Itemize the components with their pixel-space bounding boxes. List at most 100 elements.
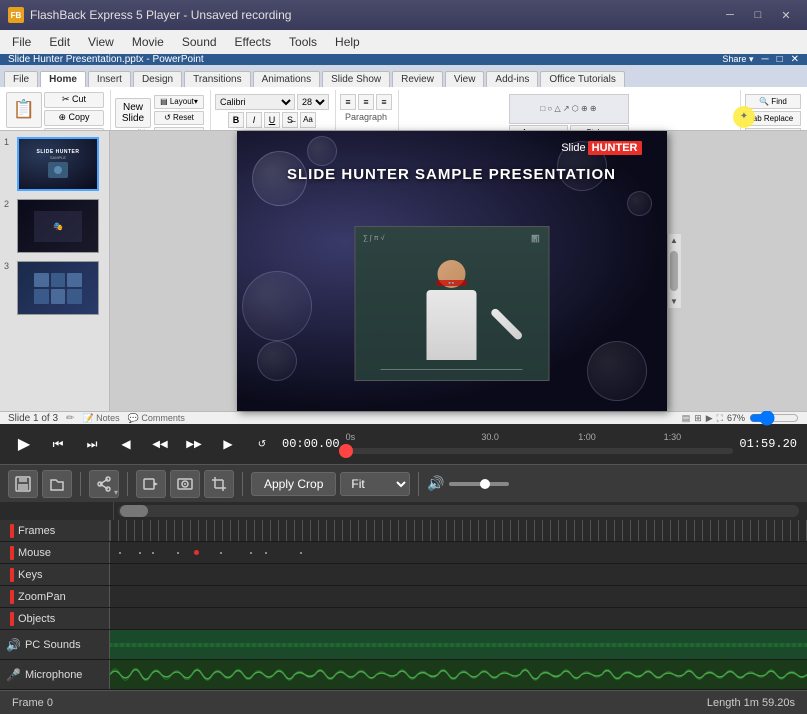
step-back-button[interactable]: ◀◀: [146, 430, 174, 458]
horizontal-scrollbar-thumb[interactable]: [120, 505, 148, 517]
pp-tab-design[interactable]: Design: [133, 71, 182, 87]
pp-tab-view[interactable]: View: [445, 71, 485, 87]
microphone-content[interactable]: [110, 660, 807, 689]
notes-btn[interactable]: 📝 Notes: [82, 413, 119, 424]
arrange-button[interactable]: Arrange▾: [509, 125, 568, 132]
open-button[interactable]: [42, 470, 72, 498]
export-video-button[interactable]: [136, 470, 166, 498]
mouse-dot: [220, 552, 222, 554]
pp-tab-file[interactable]: File: [4, 71, 38, 87]
pp-right-scrollbar[interactable]: ▲ ▼: [667, 234, 681, 308]
pp-tab-office[interactable]: Office Tutorials: [540, 71, 625, 87]
mouse-events: [110, 542, 807, 563]
pp-share-btn[interactable]: Share ▾: [722, 54, 753, 65]
next-frame-button[interactable]: ▶: [214, 430, 242, 458]
timeline-playhead[interactable]: [339, 444, 353, 458]
align-center-button[interactable]: ≡: [358, 94, 374, 110]
pp-tab-addins[interactable]: Add-ins: [486, 71, 538, 87]
layout-button[interactable]: ▤ Layout▾: [154, 95, 204, 109]
zoom-slider[interactable]: [749, 413, 799, 423]
thumb-cell-1: [34, 273, 49, 288]
apply-crop-button[interactable]: Apply Crop: [251, 472, 336, 496]
zoompan-indicator: [10, 590, 14, 604]
pp-tab-insert[interactable]: Insert: [88, 71, 131, 87]
pp-tab-home[interactable]: Home: [40, 71, 86, 87]
fit-select[interactable]: Fit 50% 75% 100%: [340, 472, 410, 496]
scroll-up-arrow[interactable]: ▲: [670, 236, 678, 245]
play-button[interactable]: ▶: [10, 430, 38, 458]
cut-button[interactable]: ✂ Cut: [44, 92, 104, 108]
menu-sound[interactable]: Sound: [174, 33, 225, 51]
pp-close[interactable]: ✕: [791, 54, 799, 65]
copy-button[interactable]: ⊕ Copy: [44, 110, 104, 126]
pp-thumb-img-3[interactable]: [17, 261, 99, 315]
objects-track-content[interactable]: [110, 608, 807, 629]
menu-file[interactable]: File: [4, 33, 39, 51]
pp-thumb-2[interactable]: 2 🎭: [4, 199, 105, 253]
find-button[interactable]: 🔍 Find: [745, 94, 801, 109]
volume-slider[interactable]: [449, 482, 509, 486]
menu-tools[interactable]: Tools: [281, 33, 325, 51]
menu-edit[interactable]: Edit: [41, 33, 78, 51]
mouse-track-content[interactable]: [110, 542, 807, 563]
italic-button[interactable]: I: [246, 112, 262, 128]
view-presenter-btn[interactable]: ⛶: [717, 413, 723, 424]
paste-button[interactable]: 📋: [6, 92, 42, 128]
menu-effects[interactable]: Effects: [227, 33, 279, 51]
shadow-button[interactable]: Aa: [300, 112, 316, 128]
view-normal-btn[interactable]: ▤: [682, 413, 691, 424]
align-left-button[interactable]: ≡: [340, 94, 356, 110]
prev-frame-button[interactable]: ◀: [112, 430, 140, 458]
step-forward-button[interactable]: ▶▶: [180, 430, 208, 458]
new-slide-button[interactable]: NewSlide: [115, 98, 151, 128]
menu-view[interactable]: View: [80, 33, 122, 51]
pp-thumb-3[interactable]: 3: [4, 261, 105, 315]
pp-tab-animations[interactable]: Animations: [253, 71, 320, 87]
horizontal-scrollbar-track[interactable]: [118, 505, 799, 517]
save-button[interactable]: [8, 470, 38, 498]
skip-to-end-button[interactable]: ⏭: [78, 430, 106, 458]
skip-to-start-button[interactable]: ⏮: [44, 430, 72, 458]
ribbon-tabs-row: File Home Insert Design Transitions Anim…: [0, 65, 807, 87]
strikethrough-button[interactable]: S̶: [282, 112, 298, 128]
scroll-down-arrow[interactable]: ▼: [670, 297, 678, 306]
align-right-button[interactable]: ≡: [376, 94, 392, 110]
paragraph-label: Paragraph: [345, 112, 387, 122]
quick-styles-button[interactable]: Styles▾: [570, 125, 629, 132]
timeline-ruler[interactable]: 0s 30.0 1:00 1:30: [346, 430, 734, 458]
zoompan-track-content[interactable]: [110, 586, 807, 607]
menu-help[interactable]: Help: [327, 33, 368, 51]
pp-thumb-img-2[interactable]: 🎭: [17, 199, 99, 253]
share-button[interactable]: ▾: [89, 470, 119, 498]
maximize-button[interactable]: □: [745, 5, 771, 25]
pc-sounds-content[interactable]: [110, 630, 807, 659]
pp-tab-slideshow[interactable]: Slide Show: [322, 71, 390, 87]
frames-track-content[interactable]: [110, 520, 807, 541]
objects-indicator: [10, 612, 14, 626]
comments-btn[interactable]: 💬 Comments: [128, 413, 185, 424]
view-slide-sorter-btn[interactable]: ⊞: [694, 413, 702, 424]
bold-button[interactable]: B: [228, 112, 244, 128]
volume-thumb[interactable]: [480, 479, 490, 489]
loop-button[interactable]: ↺: [248, 430, 276, 458]
scroll-thumb[interactable]: [670, 251, 678, 291]
screenshot-button[interactable]: [170, 470, 200, 498]
crop-tool-button[interactable]: [204, 470, 234, 498]
pp-thumb-img-1[interactable]: SLIDE HUNTER SAMPLE: [17, 137, 99, 191]
minimize-button[interactable]: ─: [717, 5, 743, 25]
keys-track-content[interactable]: [110, 564, 807, 585]
cut-copy-group: ✂ Cut ⊕ Copy ⊡ Format: [44, 92, 104, 132]
view-reading-btn[interactable]: ▶: [706, 413, 713, 424]
font-name-select[interactable]: Calibri: [215, 94, 295, 110]
pp-thumb-1[interactable]: 1 SLIDE HUNTER SAMPLE: [4, 137, 105, 191]
pp-tab-review[interactable]: Review: [392, 71, 443, 87]
reset-button[interactable]: ↺ Reset: [154, 111, 204, 125]
pp-tab-transitions[interactable]: Transitions: [184, 71, 251, 87]
close-button[interactable]: ✕: [773, 5, 799, 25]
timeline-track[interactable]: [346, 448, 734, 454]
pp-maximize[interactable]: □: [777, 54, 783, 65]
font-size-select[interactable]: 28: [297, 94, 329, 110]
underline-button[interactable]: U: [264, 112, 280, 128]
menu-movie[interactable]: Movie: [124, 33, 172, 51]
pp-minimize[interactable]: ─: [761, 54, 768, 65]
